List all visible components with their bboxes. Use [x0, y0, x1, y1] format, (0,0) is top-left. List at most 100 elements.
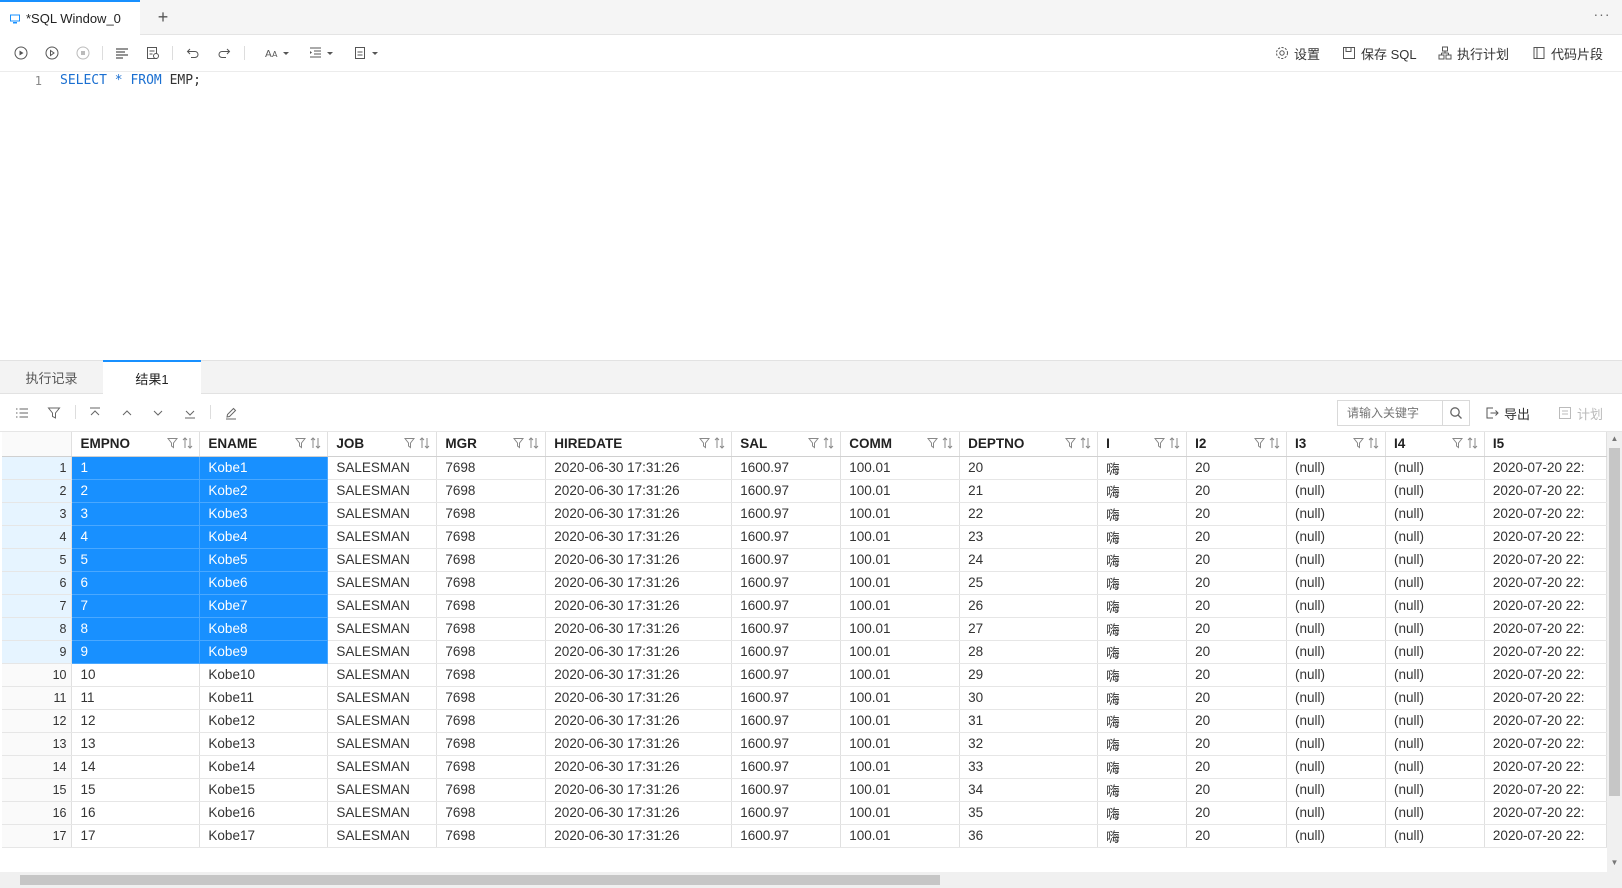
search-button[interactable] [1442, 400, 1470, 426]
cell-i2[interactable]: 20 [1186, 686, 1288, 710]
cell-comm[interactable]: 100.01 [840, 479, 961, 503]
table-row[interactable]: 14 14 Kobe14 SALESMAN 7698 2020-06-30 17:31:2… [2, 755, 1607, 779]
cell-empno[interactable]: 11 [71, 686, 201, 710]
cell-i5[interactable]: 2020-07-20 22: [1484, 801, 1607, 825]
column-sort-icon[interactable] [419, 437, 430, 449]
row-number[interactable]: 7 [2, 594, 73, 618]
column-sort-icon[interactable] [823, 437, 834, 449]
table-row[interactable]: 8 8 Kobe8 SALESMAN 7698 2020-06-30 17:31:26 16… [2, 617, 1607, 641]
row-number[interactable]: 8 [2, 617, 73, 641]
table-row[interactable]: 4 4 Kobe4 SALESMAN 7698 2020-06-30 17:31:26 16… [2, 525, 1607, 549]
cell-i[interactable]: 嗨 [1097, 456, 1188, 480]
column-header-i[interactable]: I [1097, 432, 1188, 457]
column-filter-icon[interactable] [927, 437, 939, 449]
cell-i4[interactable]: (null) [1385, 502, 1485, 526]
cell-ename[interactable]: Kobe17 [199, 824, 329, 848]
first-row-icon[interactable] [84, 403, 106, 423]
cell-ename[interactable]: Kobe15 [199, 778, 329, 802]
cell-i2[interactable]: 20 [1186, 778, 1288, 802]
cell-i[interactable]: 嗨 [1097, 686, 1188, 710]
column-header-job[interactable]: JOB [327, 432, 438, 457]
cell-i4[interactable]: (null) [1385, 732, 1485, 756]
cell-i2[interactable]: 20 [1186, 548, 1288, 572]
column-sort-icon[interactable] [714, 437, 725, 449]
cell-job[interactable]: SALESMAN [327, 479, 438, 503]
cell-i3[interactable]: (null) [1286, 778, 1386, 802]
cell-i3[interactable]: (null) [1286, 755, 1386, 779]
row-number[interactable]: 4 [2, 525, 73, 549]
cell-hiredate[interactable]: 2020-06-30 17:31:26 [545, 663, 733, 687]
cell-i4[interactable]: (null) [1385, 548, 1485, 572]
scroll-down-arrow-icon[interactable]: ▼ [1607, 858, 1622, 870]
cell-i5[interactable]: 2020-07-20 22: [1484, 732, 1607, 756]
snippets-button[interactable]: 代码片段 [1532, 43, 1603, 63]
column-sort-icon[interactable] [1169, 437, 1180, 449]
horizontal-scroll-thumb[interactable] [20, 875, 940, 885]
cell-ename[interactable]: Kobe5 [199, 548, 329, 572]
cell-i4[interactable]: (null) [1385, 686, 1485, 710]
row-number[interactable]: 13 [2, 732, 73, 756]
column-header-hiredate[interactable]: HIREDATE [545, 432, 733, 457]
cell-job[interactable]: SALESMAN [327, 617, 438, 641]
cell-i2[interactable]: 20 [1186, 824, 1288, 848]
cell-sal[interactable]: 1600.97 [731, 479, 842, 503]
cell-i[interactable]: 嗨 [1097, 502, 1188, 526]
cell-i5[interactable]: 2020-07-20 22: [1484, 456, 1607, 480]
cell-i5[interactable]: 2020-07-20 22: [1484, 663, 1607, 687]
cell-job[interactable]: SALESMAN [327, 594, 438, 618]
cell-job[interactable]: SALESMAN [327, 801, 438, 825]
cell-i[interactable]: 嗨 [1097, 617, 1188, 641]
row-number[interactable]: 2 [2, 479, 73, 503]
explain-icon[interactable] [142, 42, 164, 64]
cell-i[interactable]: 嗨 [1097, 640, 1188, 664]
cell-sal[interactable]: 1600.97 [731, 824, 842, 848]
cell-i2[interactable]: 20 [1186, 801, 1288, 825]
column-filter-icon[interactable] [404, 437, 416, 449]
cell-job[interactable]: SALESMAN [327, 571, 438, 595]
column-filter-icon[interactable] [167, 437, 179, 449]
cell-i4[interactable]: (null) [1385, 663, 1485, 687]
cell-i5[interactable]: 2020-07-20 22: [1484, 709, 1607, 733]
cell-comm[interactable]: 100.01 [840, 709, 961, 733]
column-filter-icon[interactable] [1352, 437, 1364, 449]
cell-job[interactable]: SALESMAN [327, 709, 438, 733]
add-tab-button[interactable]: + [152, 5, 174, 29]
cell-deptno[interactable]: 31 [959, 709, 1099, 733]
cell-job[interactable]: SALESMAN [327, 824, 438, 848]
cell-ename[interactable]: Kobe8 [199, 617, 329, 641]
cell-empno[interactable]: 13 [71, 732, 201, 756]
cell-i4[interactable]: (null) [1385, 456, 1485, 480]
cell-deptno[interactable]: 27 [959, 617, 1099, 641]
cell-mgr[interactable]: 7698 [436, 709, 547, 733]
row-number[interactable]: 5 [2, 548, 73, 572]
cell-i[interactable]: 嗨 [1097, 663, 1188, 687]
cell-hiredate[interactable]: 2020-06-30 17:31:26 [545, 617, 733, 641]
cell-sal[interactable]: 1600.97 [731, 755, 842, 779]
cell-hiredate[interactable]: 2020-06-30 17:31:26 [545, 479, 733, 503]
comment-icon[interactable] [351, 42, 383, 64]
list-icon[interactable] [11, 403, 33, 423]
cell-i3[interactable]: (null) [1286, 663, 1386, 687]
cell-hiredate[interactable]: 2020-06-30 17:31:26 [545, 755, 733, 779]
column-header-sal[interactable]: SAL [731, 432, 842, 457]
row-number[interactable]: 11 [2, 686, 73, 710]
cell-empno[interactable]: 14 [71, 755, 201, 779]
cell-i[interactable]: 嗨 [1097, 709, 1188, 733]
result-grid[interactable]: EMPNO ENAME JOB MGR HIREDATE SAL COMM DEPTNO I I2… [2, 432, 1607, 872]
column-filter-icon[interactable] [1451, 437, 1463, 449]
cell-i[interactable]: 嗨 [1097, 755, 1188, 779]
cell-ename[interactable]: Kobe9 [199, 640, 329, 664]
cell-job[interactable]: SALESMAN [327, 686, 438, 710]
cell-i3[interactable]: (null) [1286, 640, 1386, 664]
cell-deptno[interactable]: 29 [959, 663, 1099, 687]
cell-sal[interactable]: 1600.97 [731, 525, 842, 549]
table-row[interactable]: 6 6 Kobe6 SALESMAN 7698 2020-06-30 17:31:26 16… [2, 571, 1607, 595]
cell-mgr[interactable]: 7698 [436, 502, 547, 526]
cell-job[interactable]: SALESMAN [327, 778, 438, 802]
table-row[interactable]: 16 16 Kobe16 SALESMAN 7698 2020-06-30 17:31:2… [2, 801, 1607, 825]
cell-deptno[interactable]: 24 [959, 548, 1099, 572]
cell-i2[interactable]: 20 [1186, 755, 1288, 779]
cell-i3[interactable]: (null) [1286, 571, 1386, 595]
cell-sal[interactable]: 1600.97 [731, 663, 842, 687]
cell-comm[interactable]: 100.01 [840, 686, 961, 710]
